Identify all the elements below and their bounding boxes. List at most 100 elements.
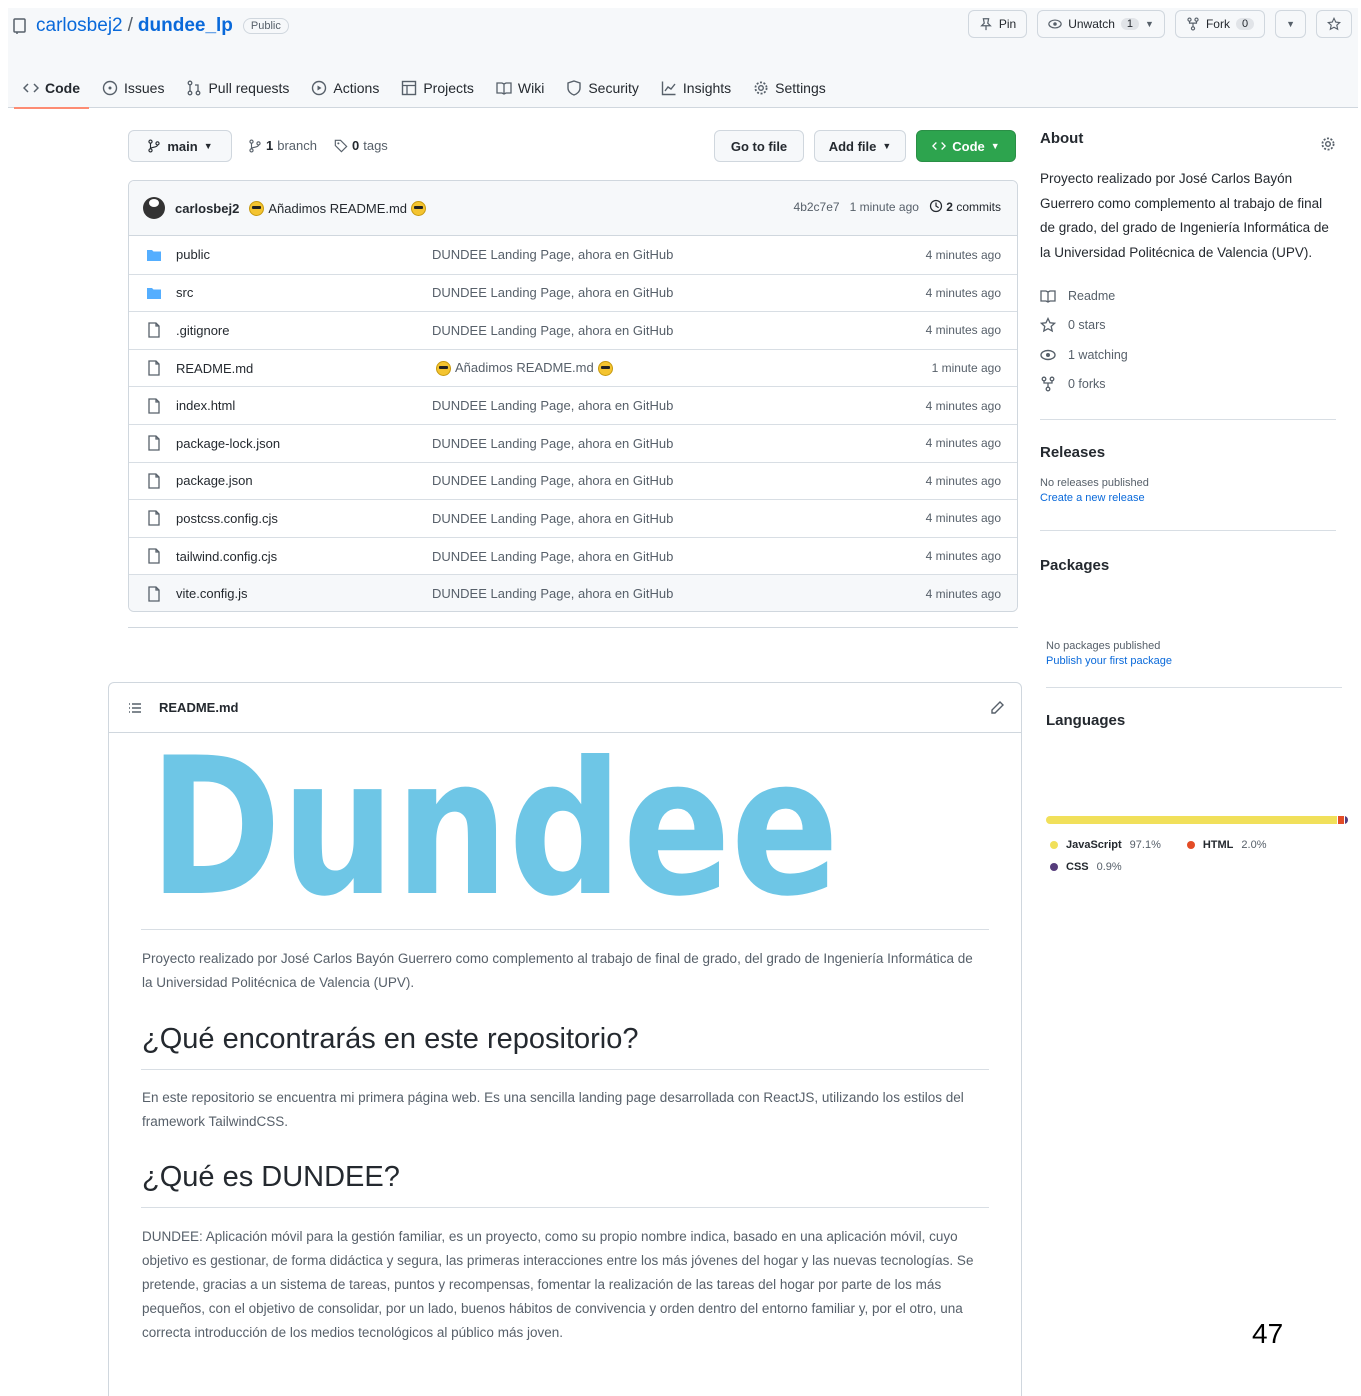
section-divider — [128, 627, 1018, 628]
gear-icon[interactable] — [1320, 136, 1336, 152]
file-row[interactable]: package.json DUNDEE Landing Page, ahora e… — [129, 461, 1017, 500]
repo-separator: / — [127, 15, 133, 36]
file-row[interactable]: src DUNDEE Landing Page, ahora en GitHub 4… — [129, 273, 1017, 312]
file-commit-message-link[interactable]: DUNDEE Landing Page, ahora en GitHub — [432, 473, 812, 488]
branch-name: main — [167, 138, 198, 154]
tab-settings[interactable]: Settings — [742, 68, 837, 108]
file-row[interactable]: vite.config.js DUNDEE Landing Page, ahora… — [129, 574, 1017, 611]
tab-code[interactable]: Code — [12, 68, 91, 109]
add-file-button[interactable]: Add file ▼ — [814, 130, 906, 162]
file-name-link[interactable]: .gitignore — [176, 323, 432, 338]
unwatch-label: Unwatch — [1068, 17, 1115, 31]
pin-button[interactable]: Pin — [967, 10, 1028, 38]
file-commit-message-link[interactable]: DUNDEE Landing Page, ahora en GitHub — [432, 511, 812, 526]
file-commit-message-link[interactable]: DUNDEE Landing Page, ahora en GitHub — [432, 398, 812, 413]
file-name-link[interactable]: package-lock.json — [176, 436, 432, 451]
book-icon — [496, 82, 512, 95]
file-commit-message-link[interactable]: DUNDEE Landing Page, ahora en GitHub — [432, 285, 812, 300]
language-percent: 2.0% — [1241, 839, 1267, 851]
file-commit-message-link[interactable]: Añadimos README.md — [432, 360, 812, 377]
language-dot — [1186, 841, 1195, 849]
fork-icon — [1187, 17, 1199, 31]
about-description: Proyecto realizado por José Carlos Bayón… — [1040, 171, 1329, 260]
repo-title: carlosbej2 / dundee_lp Public — [12, 14, 289, 38]
tag-icon — [334, 139, 348, 152]
stars-link[interactable]: 0 stars — [1040, 311, 1340, 341]
language-item[interactable]: HTML 2.0% — [1183, 834, 1267, 856]
play-icon — [312, 80, 327, 96]
releases-title[interactable]: Releases — [1040, 444, 1340, 461]
file-row[interactable]: tailwind.config.cjs DUNDEE Landing Page, … — [129, 536, 1017, 575]
file-icon — [148, 585, 160, 602]
commit-message-link[interactable]: Añadimos README.md — [268, 201, 407, 216]
forks-link[interactable]: 0 forks — [1040, 370, 1340, 400]
tab-label: Actions — [333, 80, 380, 96]
star-button[interactable] — [1316, 10, 1352, 38]
readme-link[interactable]: Readme — [1040, 281, 1340, 311]
pin-icon — [980, 18, 992, 31]
commit-author-link[interactable]: carlosbej2 — [175, 201, 239, 216]
go-to-file-button[interactable]: Go to file — [714, 130, 804, 162]
file-toolbar: main ▼ 1 branch 0 tags Go to file Add fi… — [128, 130, 1018, 164]
eye-icon — [1040, 349, 1056, 360]
file-commit-message-link[interactable]: DUNDEE Landing Page, ahora en GitHub — [432, 549, 812, 564]
file-name-link[interactable]: index.html — [176, 398, 432, 413]
repo-name-link[interactable]: dundee_lp — [138, 15, 233, 37]
pencil-icon[interactable] — [989, 700, 1005, 716]
file-row[interactable]: postcss.config.cjs DUNDEE Landing Page, a… — [129, 499, 1017, 537]
repo-owner-link[interactable]: carlosbej2 — [36, 15, 123, 37]
publish-package-link[interactable]: Publish your first package — [1046, 655, 1340, 667]
create-release-link[interactable]: Create a new release — [1040, 492, 1340, 504]
file-name-link[interactable]: src — [176, 285, 432, 300]
fork-button[interactable]: Fork 0 — [1174, 10, 1266, 38]
readme-paragraph-dundee: DUNDEE: Aplicación móvil para la gestión… — [142, 1229, 974, 1340]
file-row[interactable]: README.md Añadimos README.md 1 minute ago — [129, 348, 1017, 387]
branches-link[interactable]: 1 branch — [248, 138, 317, 153]
file-commit-message-link[interactable]: DUNDEE Landing Page, ahora en GitHub — [432, 247, 812, 262]
heading-divider — [141, 1207, 989, 1208]
language-percent: 97.1% — [1129, 839, 1161, 851]
file-name-link[interactable]: tailwind.config.cjs — [176, 549, 432, 564]
file-commit-time: 4 minutes ago — [925, 549, 1001, 564]
file-name-link[interactable]: README.md — [176, 361, 432, 376]
tab-pull-requests[interactable]: Pull requests — [175, 68, 300, 108]
commit-hash-link[interactable]: 4b2c7e7 — [794, 200, 840, 214]
packages-title[interactable]: Packages — [1040, 557, 1340, 574]
shield-icon — [567, 80, 582, 96]
watching-link[interactable]: 1 watching — [1040, 340, 1340, 370]
tab-label: Issues — [124, 80, 165, 96]
language-name: JavaScript — [1066, 839, 1122, 851]
dundee-logo-text: Dundee — [149, 753, 839, 903]
chevron-down-icon: ▼ — [1286, 19, 1295, 29]
file-name-link[interactable]: public — [176, 247, 432, 262]
branch-select-button[interactable]: main ▼ — [128, 130, 232, 162]
unwatch-button[interactable]: Unwatch 1 ▼ — [1037, 10, 1165, 38]
language-item[interactable]: JavaScript 97.1% — [1046, 834, 1161, 856]
file-commit-message-link[interactable]: DUNDEE Landing Page, ahora en GitHub — [432, 436, 812, 451]
file-row[interactable]: public DUNDEE Landing Page, ahora en GitH… — [129, 236, 1017, 274]
folder-icon — [147, 287, 161, 299]
file-name-link[interactable]: vite.config.js — [176, 586, 432, 601]
file-row[interactable]: index.html DUNDEE Landing Page, ahora en … — [129, 386, 1017, 424]
file-row[interactable]: package-lock.json DUNDEE Landing Page, ah… — [129, 423, 1017, 462]
language-item[interactable]: CSS 0.9% — [1046, 856, 1122, 878]
tab-security[interactable]: Security — [555, 68, 650, 108]
file-commit-message-link[interactable]: DUNDEE Landing Page, ahora en GitHub — [432, 323, 812, 338]
tab-issues[interactable]: Issues — [91, 68, 175, 108]
readme-header: README.md — [109, 683, 1021, 733]
tab-projects[interactable]: Projects — [390, 68, 485, 108]
gear-icon — [754, 81, 768, 95]
commits-link[interactable]: 2 commits — [929, 199, 1001, 214]
file-name-link[interactable]: package.json — [176, 473, 432, 488]
code-dropdown-button[interactable]: Code ▼ — [916, 130, 1016, 162]
tab-actions[interactable]: Actions — [300, 68, 390, 108]
file-row[interactable]: .gitignore DUNDEE Landing Page, ahora en … — [129, 311, 1017, 349]
tab-wiki[interactable]: Wiki — [485, 68, 555, 108]
avatar[interactable] — [143, 197, 165, 219]
tab-insights[interactable]: Insights — [650, 68, 742, 108]
file-name-link[interactable]: postcss.config.cjs — [176, 511, 432, 526]
tags-link[interactable]: 0 tags — [334, 138, 388, 153]
list-icon[interactable] — [127, 700, 143, 716]
fork-dropdown-button[interactable]: ▼ — [1275, 10, 1306, 38]
file-commit-message-link[interactable]: DUNDEE Landing Page, ahora en GitHub — [432, 586, 812, 601]
